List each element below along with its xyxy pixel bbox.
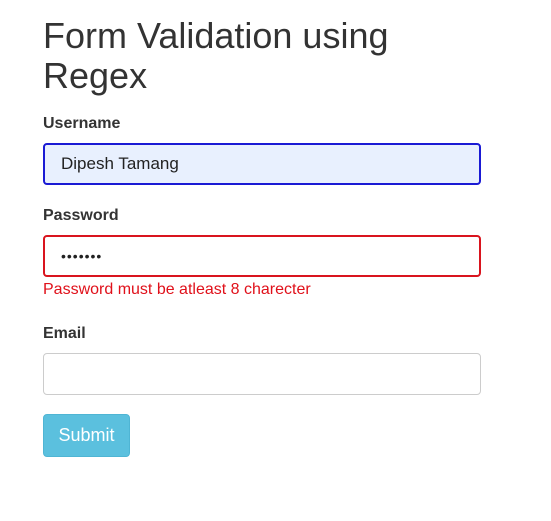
username-value: Dipesh Tamang	[61, 154, 179, 173]
password-group: Password	[43, 206, 119, 226]
email-label: Email	[43, 325, 86, 342]
password-input[interactable]: •••••••	[43, 235, 481, 277]
password-masked-value: •••••••	[61, 248, 103, 264]
email-input[interactable]	[43, 353, 481, 395]
form-container: Form Validation using Regex Username Dip…	[43, 0, 481, 457]
page-title: Form Validation using Regex	[43, 15, 389, 96]
username-group: Username	[43, 114, 120, 134]
email-group: Email	[43, 324, 86, 344]
username-label: Username	[43, 115, 121, 132]
password-label: Password	[43, 207, 119, 224]
submit-button[interactable]: Submit	[43, 414, 130, 457]
password-error-message: Password must be atleast 8 charecter	[43, 281, 311, 298]
username-input[interactable]: Dipesh Tamang	[43, 143, 481, 185]
